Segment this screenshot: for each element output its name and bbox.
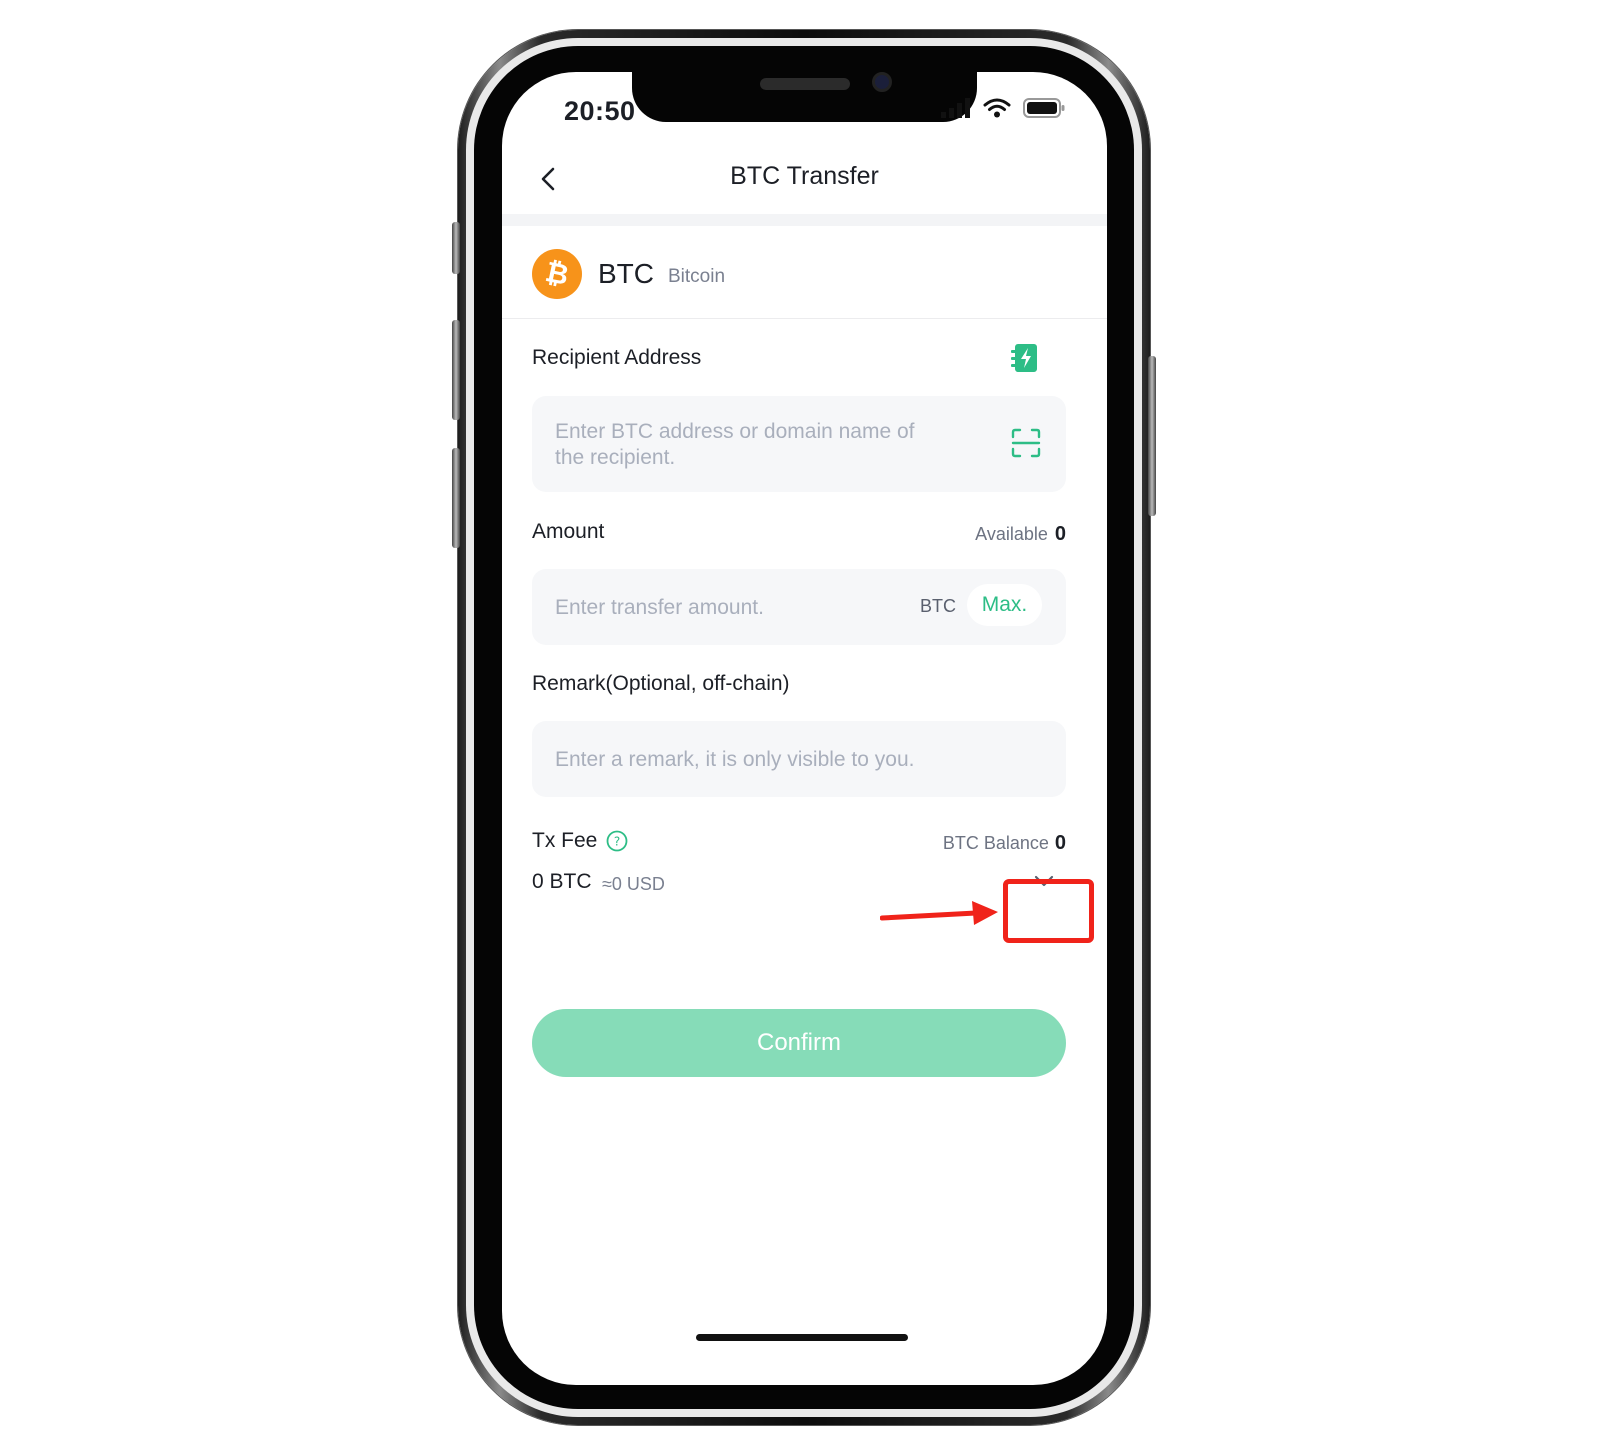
remark-label: Remark(Optional, off-chain) (532, 672, 790, 695)
remark-placeholder: Enter a remark, it is only visible to yo… (555, 748, 915, 771)
btc-balance-value: 0 (1054, 832, 1066, 854)
recipient-address-label: Recipient Address (532, 346, 702, 369)
available-balance: Available 0 (975, 523, 1066, 546)
annotation-highlight-box (1003, 879, 1094, 943)
recipient-placeholder-line2: the recipient. (555, 446, 676, 469)
help-question-icon[interactable]: ? (606, 830, 628, 852)
home-indicator (696, 1334, 908, 1341)
speaker-grille (760, 78, 850, 90)
annotation-arrow-icon (880, 901, 998, 925)
coin-symbol: BTC (598, 258, 654, 289)
address-book-icon[interactable] (1009, 342, 1039, 374)
qr-scan-icon[interactable] (1011, 428, 1041, 458)
status-icons (941, 98, 1065, 118)
volume-up-button (452, 320, 460, 420)
btc-balance-label: BTC Balance (942, 833, 1049, 853)
cellular-signal-icon (941, 98, 970, 118)
volume-down-button (452, 448, 460, 548)
front-camera (872, 72, 892, 92)
notch (632, 72, 977, 122)
coin-name: Bitcoin (668, 266, 726, 287)
available-value: 0 (1054, 523, 1066, 545)
mute-switch (452, 222, 460, 274)
available-label: Available (975, 524, 1048, 544)
page-title: BTC Transfer (730, 162, 879, 190)
svg-text:?: ? (614, 835, 620, 849)
tx-fee-label: Tx Fee (532, 829, 598, 852)
status-time: 20:50 (564, 96, 636, 126)
recipient-address-input[interactable]: Enter BTC address or domain name of the … (532, 396, 1066, 492)
coin-divider (502, 318, 1107, 319)
tx-fee-amount: 0 BTC (532, 870, 592, 893)
btc-balance: BTC Balance 0 (943, 832, 1066, 855)
amount-unit: BTC (920, 596, 956, 616)
amount-label: Amount (532, 520, 605, 543)
confirm-button[interactable]: Confirm (532, 1009, 1066, 1077)
bitcoin-logo-icon: ₿ (532, 249, 582, 299)
amount-placeholder: Enter transfer amount. (555, 596, 764, 619)
header-divider (502, 214, 1107, 226)
phone-screen: 20:50 BTC Transfer ₿ BTC Bitcoin Recipie… (502, 72, 1107, 1385)
recipient-placeholder-line1: Enter BTC address or domain name of (555, 420, 915, 443)
power-button (1148, 356, 1156, 516)
battery-icon (1023, 98, 1065, 118)
remark-input[interactable]: Enter a remark, it is only visible to yo… (532, 721, 1066, 797)
max-button[interactable]: Max. (967, 584, 1042, 626)
wifi-icon (983, 98, 1011, 118)
tx-fee-usd: ≈0 USD (602, 874, 665, 894)
